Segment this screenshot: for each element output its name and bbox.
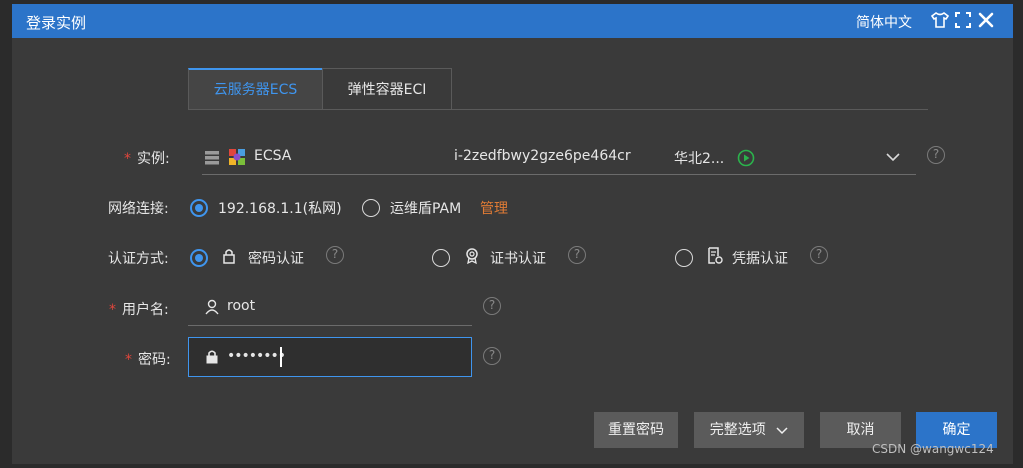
instance-help-icon[interactable]: ? bbox=[927, 146, 945, 164]
instance-id: i-2zedfbwy2gze6pe464cr bbox=[454, 148, 631, 164]
tab-eci[interactable]: 弹性容器ECI bbox=[322, 68, 452, 110]
password-help-icon[interactable]: ? bbox=[483, 347, 501, 365]
chevron-down-icon bbox=[776, 426, 788, 435]
chevron-down-icon[interactable] bbox=[886, 152, 900, 162]
instance-region: 华北2... bbox=[674, 151, 725, 167]
required-mark: * bbox=[109, 302, 116, 318]
fullscreen-icon[interactable] bbox=[954, 10, 972, 30]
required-mark: * bbox=[124, 151, 131, 167]
text-cursor bbox=[280, 347, 282, 367]
password-label: * 密码: bbox=[125, 352, 171, 368]
auth-password-radio[interactable] bbox=[190, 249, 208, 267]
manage-link[interactable]: 管理 bbox=[480, 198, 508, 218]
auth-credential-help-icon[interactable]: ? bbox=[810, 246, 828, 264]
auth-password-help-icon[interactable]: ? bbox=[326, 246, 344, 264]
network-private-label: 192.168.1.1(私网) bbox=[218, 201, 342, 217]
instance-select[interactable]: ECSA i-2zedfbwy2gze6pe464cr 华北2... bbox=[202, 140, 916, 175]
network-pam-radio[interactable] bbox=[362, 199, 380, 217]
full-options-button[interactable]: 完整选项 bbox=[694, 412, 804, 448]
network-pam-label: 运维盾PAM bbox=[390, 201, 462, 217]
auth-label: 认证方式: bbox=[108, 251, 169, 267]
close-icon[interactable] bbox=[977, 10, 995, 30]
auth-certificate-radio[interactable] bbox=[432, 249, 450, 267]
watermark: CSDN @wangwc124 bbox=[872, 442, 994, 456]
username-help-icon[interactable]: ? bbox=[483, 297, 501, 315]
certificate-icon bbox=[464, 247, 480, 265]
tshirt-icon[interactable] bbox=[931, 10, 949, 30]
auth-certificate-help-icon[interactable]: ? bbox=[568, 246, 586, 264]
running-status-icon bbox=[737, 149, 755, 167]
username-input[interactable]: root bbox=[188, 290, 472, 326]
full-options-label: 完整选项 bbox=[709, 422, 766, 438]
auth-certificate-label: 证书认证 bbox=[490, 251, 546, 267]
server-icon bbox=[204, 150, 220, 166]
auth-credential-radio[interactable] bbox=[675, 249, 693, 267]
auth-password-label: 密码认证 bbox=[248, 251, 304, 267]
auth-credential-label: 凭据认证 bbox=[732, 251, 788, 267]
instance-label: * 实例: bbox=[124, 151, 170, 167]
login-instance-dialog: 登录实例 简体中文 云服务器ECS 弹性容器ECI * 实例: ECSA i-2… bbox=[12, 4, 1013, 464]
username-value: root bbox=[227, 298, 256, 314]
password-value: •••••••• bbox=[227, 348, 286, 364]
network-private-radio[interactable] bbox=[190, 199, 208, 217]
titlebar: 登录实例 简体中文 bbox=[12, 4, 1013, 38]
reset-password-button[interactable]: 重置密码 bbox=[594, 412, 678, 448]
instance-name: ECSA bbox=[254, 148, 292, 164]
network-label: 网络连接: bbox=[108, 201, 169, 217]
lock-icon bbox=[222, 247, 236, 265]
instance-os-icon bbox=[227, 147, 247, 167]
lock-icon bbox=[205, 349, 219, 365]
credential-icon bbox=[707, 247, 723, 265]
user-icon bbox=[204, 299, 220, 315]
username-label: * 用户名: bbox=[109, 302, 169, 318]
password-input[interactable]: •••••••• bbox=[188, 337, 472, 377]
dialog-title: 登录实例 bbox=[26, 14, 87, 32]
tabs-divider bbox=[188, 109, 928, 110]
required-mark: * bbox=[125, 352, 132, 368]
tab-ecs[interactable]: 云服务器ECS bbox=[188, 68, 323, 110]
language-selector[interactable]: 简体中文 bbox=[856, 12, 912, 32]
